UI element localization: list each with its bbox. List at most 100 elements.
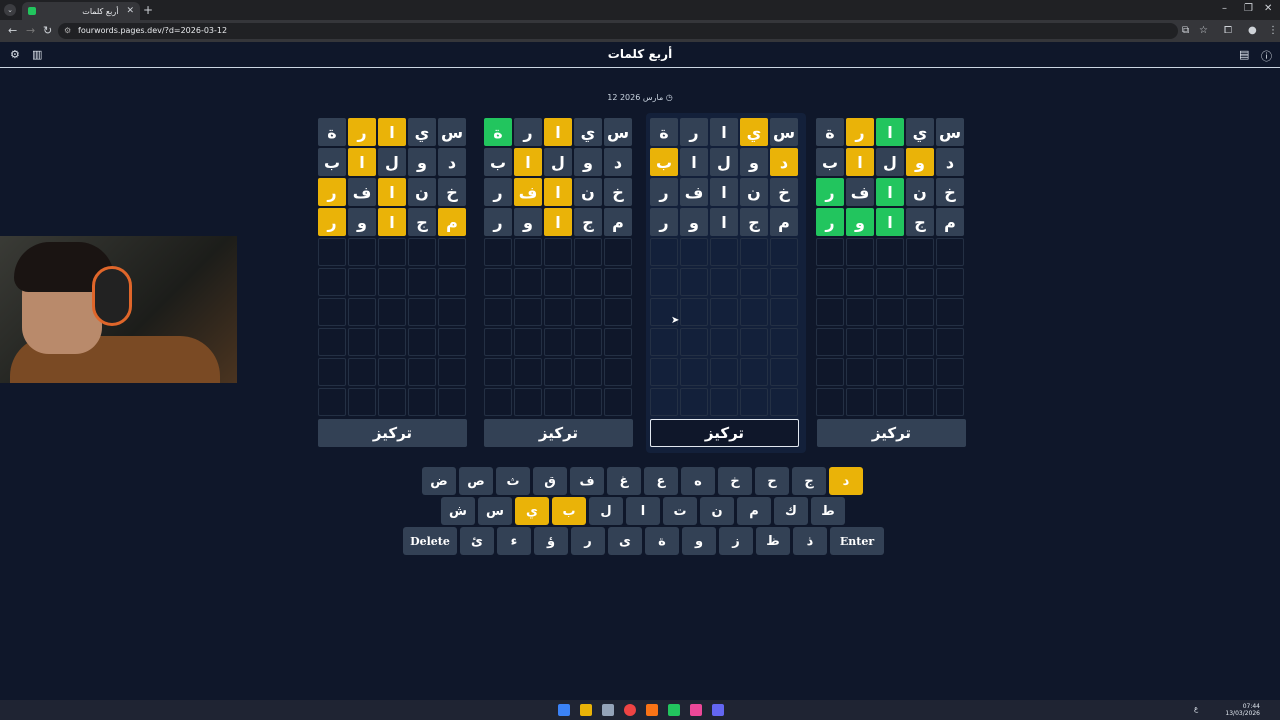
letter-key[interactable]: ن xyxy=(700,497,734,525)
letter-key[interactable]: ي xyxy=(515,497,549,525)
browser-tab[interactable]: أربع كلمات ✕ xyxy=(22,2,140,20)
empty-tile xyxy=(348,328,376,356)
empty-tile xyxy=(936,298,964,326)
letter-key[interactable]: ذ xyxy=(793,527,827,555)
forward-icon[interactable]: → xyxy=(26,24,35,37)
letter-key[interactable]: ق xyxy=(533,467,567,495)
empty-tile xyxy=(846,238,874,266)
empty-tile xyxy=(604,328,632,356)
letter-key[interactable]: ه xyxy=(681,467,715,495)
letter-key[interactable]: و xyxy=(682,527,716,555)
reload-icon[interactable]: ↻ xyxy=(43,24,52,37)
site-info-icon[interactable]: ⚙ xyxy=(64,23,71,39)
empty-tile xyxy=(574,328,602,356)
letter-key[interactable]: ئ xyxy=(460,527,494,555)
letter-key[interactable]: س xyxy=(478,497,512,525)
minimize-button[interactable]: – xyxy=(1222,3,1227,14)
letter-key[interactable]: ض xyxy=(422,467,456,495)
app-icon[interactable] xyxy=(690,704,702,716)
letter-key[interactable]: ؤ xyxy=(534,527,568,555)
letter-key[interactable]: ب xyxy=(552,497,586,525)
empty-tile xyxy=(604,268,632,296)
store-icon[interactable] xyxy=(602,704,614,716)
empty-tile xyxy=(680,268,708,296)
url-input[interactable]: ⚙ fourwords.pages.dev/?d=2026-03-12 xyxy=(58,23,1178,39)
tile: ف xyxy=(348,178,376,206)
tile: ة xyxy=(650,118,678,146)
tab-list-button[interactable]: ⌄ xyxy=(4,4,16,16)
extensions-icon[interactable]: ⧠ xyxy=(1224,25,1232,36)
discord-icon[interactable] xyxy=(712,704,724,716)
letter-key[interactable]: ف xyxy=(570,467,604,495)
spreadsheet-icon[interactable] xyxy=(668,704,680,716)
profile-avatar-icon[interactable]: ● xyxy=(1248,25,1257,36)
brave-icon[interactable] xyxy=(646,704,658,716)
tile: و xyxy=(740,148,768,176)
letter-key[interactable]: غ xyxy=(607,467,641,495)
install-icon[interactable]: ⧉ xyxy=(1182,25,1189,36)
focus-button-1[interactable]: تركيز xyxy=(318,419,467,447)
letter-key[interactable]: ص xyxy=(459,467,493,495)
letter-key[interactable]: ة xyxy=(645,527,679,555)
focus-button-3[interactable]: تركيز xyxy=(650,419,799,447)
empty-tile xyxy=(906,328,934,356)
word-board-1: سيارةدولابخنافرمجاور xyxy=(314,113,474,453)
letter-key[interactable]: ز xyxy=(719,527,753,555)
empty-tile xyxy=(544,298,572,326)
tile: و xyxy=(906,148,934,176)
system-clock[interactable]: 07:44 13/03/2026 xyxy=(1225,703,1260,717)
letter-key[interactable]: ح xyxy=(755,467,789,495)
start-windows-icon[interactable] xyxy=(558,704,570,716)
browser-menu-icon[interactable]: ⋮ xyxy=(1268,25,1278,36)
focus-button-4[interactable]: تركيز xyxy=(817,419,966,447)
letter-key[interactable]: ل xyxy=(589,497,623,525)
letter-key[interactable]: ش xyxy=(441,497,475,525)
letter-key[interactable]: ك xyxy=(774,497,808,525)
bookmark-star-icon[interactable]: ☆ xyxy=(1199,25,1208,36)
letter-key[interactable]: ع xyxy=(644,467,678,495)
letter-key[interactable]: ر xyxy=(571,527,605,555)
calendar-icon[interactable]: ▤ xyxy=(1239,48,1249,61)
letter-key[interactable]: م xyxy=(737,497,771,525)
letter-key[interactable]: خ xyxy=(718,467,752,495)
back-icon[interactable]: ← xyxy=(8,24,17,37)
empty-tile xyxy=(740,268,768,296)
letter-key[interactable]: د xyxy=(829,467,863,495)
empty-tile xyxy=(408,358,436,386)
focus-button-2[interactable]: تركيز xyxy=(484,419,633,447)
tile: و xyxy=(574,148,602,176)
letter-key[interactable]: ء xyxy=(497,527,531,555)
file-explorer-icon[interactable] xyxy=(580,704,592,716)
empty-tile xyxy=(438,328,466,356)
new-tab-button[interactable]: + xyxy=(143,3,153,17)
letter-key[interactable]: ى xyxy=(608,527,642,555)
letter-key[interactable]: ظ xyxy=(756,527,790,555)
empty-tile xyxy=(680,358,708,386)
letter-key[interactable]: ج xyxy=(792,467,826,495)
tile: م xyxy=(936,208,964,236)
restore-button[interactable]: ❐ xyxy=(1244,3,1253,14)
letter-key[interactable]: ا xyxy=(626,497,660,525)
empty-tile xyxy=(876,298,904,326)
tile: خ xyxy=(438,178,466,206)
tile: ا xyxy=(348,148,376,176)
info-icon[interactable]: ⓘ xyxy=(1261,48,1272,64)
keyboard-language[interactable]: ع xyxy=(1194,705,1198,713)
browser-tabbar: ⌄ أربع كلمات ✕ + – ❐ ✕ xyxy=(0,0,1280,20)
delete-key[interactable]: Delete xyxy=(403,527,457,555)
tab-close-button[interactable]: ✕ xyxy=(126,6,134,16)
empty-tile xyxy=(846,358,874,386)
letter-key[interactable]: ت xyxy=(663,497,697,525)
tile: ي xyxy=(740,118,768,146)
empty-tile xyxy=(348,238,376,266)
letter-key[interactable]: ث xyxy=(496,467,530,495)
empty-tile xyxy=(574,298,602,326)
chrome-icon[interactable] xyxy=(624,704,636,716)
tile: م xyxy=(770,208,798,236)
letter-key[interactable]: ط xyxy=(811,497,845,525)
enter-key[interactable]: Enter xyxy=(830,527,884,555)
word-board-3: سيارةدولابخنافرمجاور xyxy=(646,113,806,453)
window-close-button[interactable]: ✕ xyxy=(1264,3,1272,14)
tab-title: أربع كلمات xyxy=(82,6,119,16)
empty-tile xyxy=(816,268,844,296)
